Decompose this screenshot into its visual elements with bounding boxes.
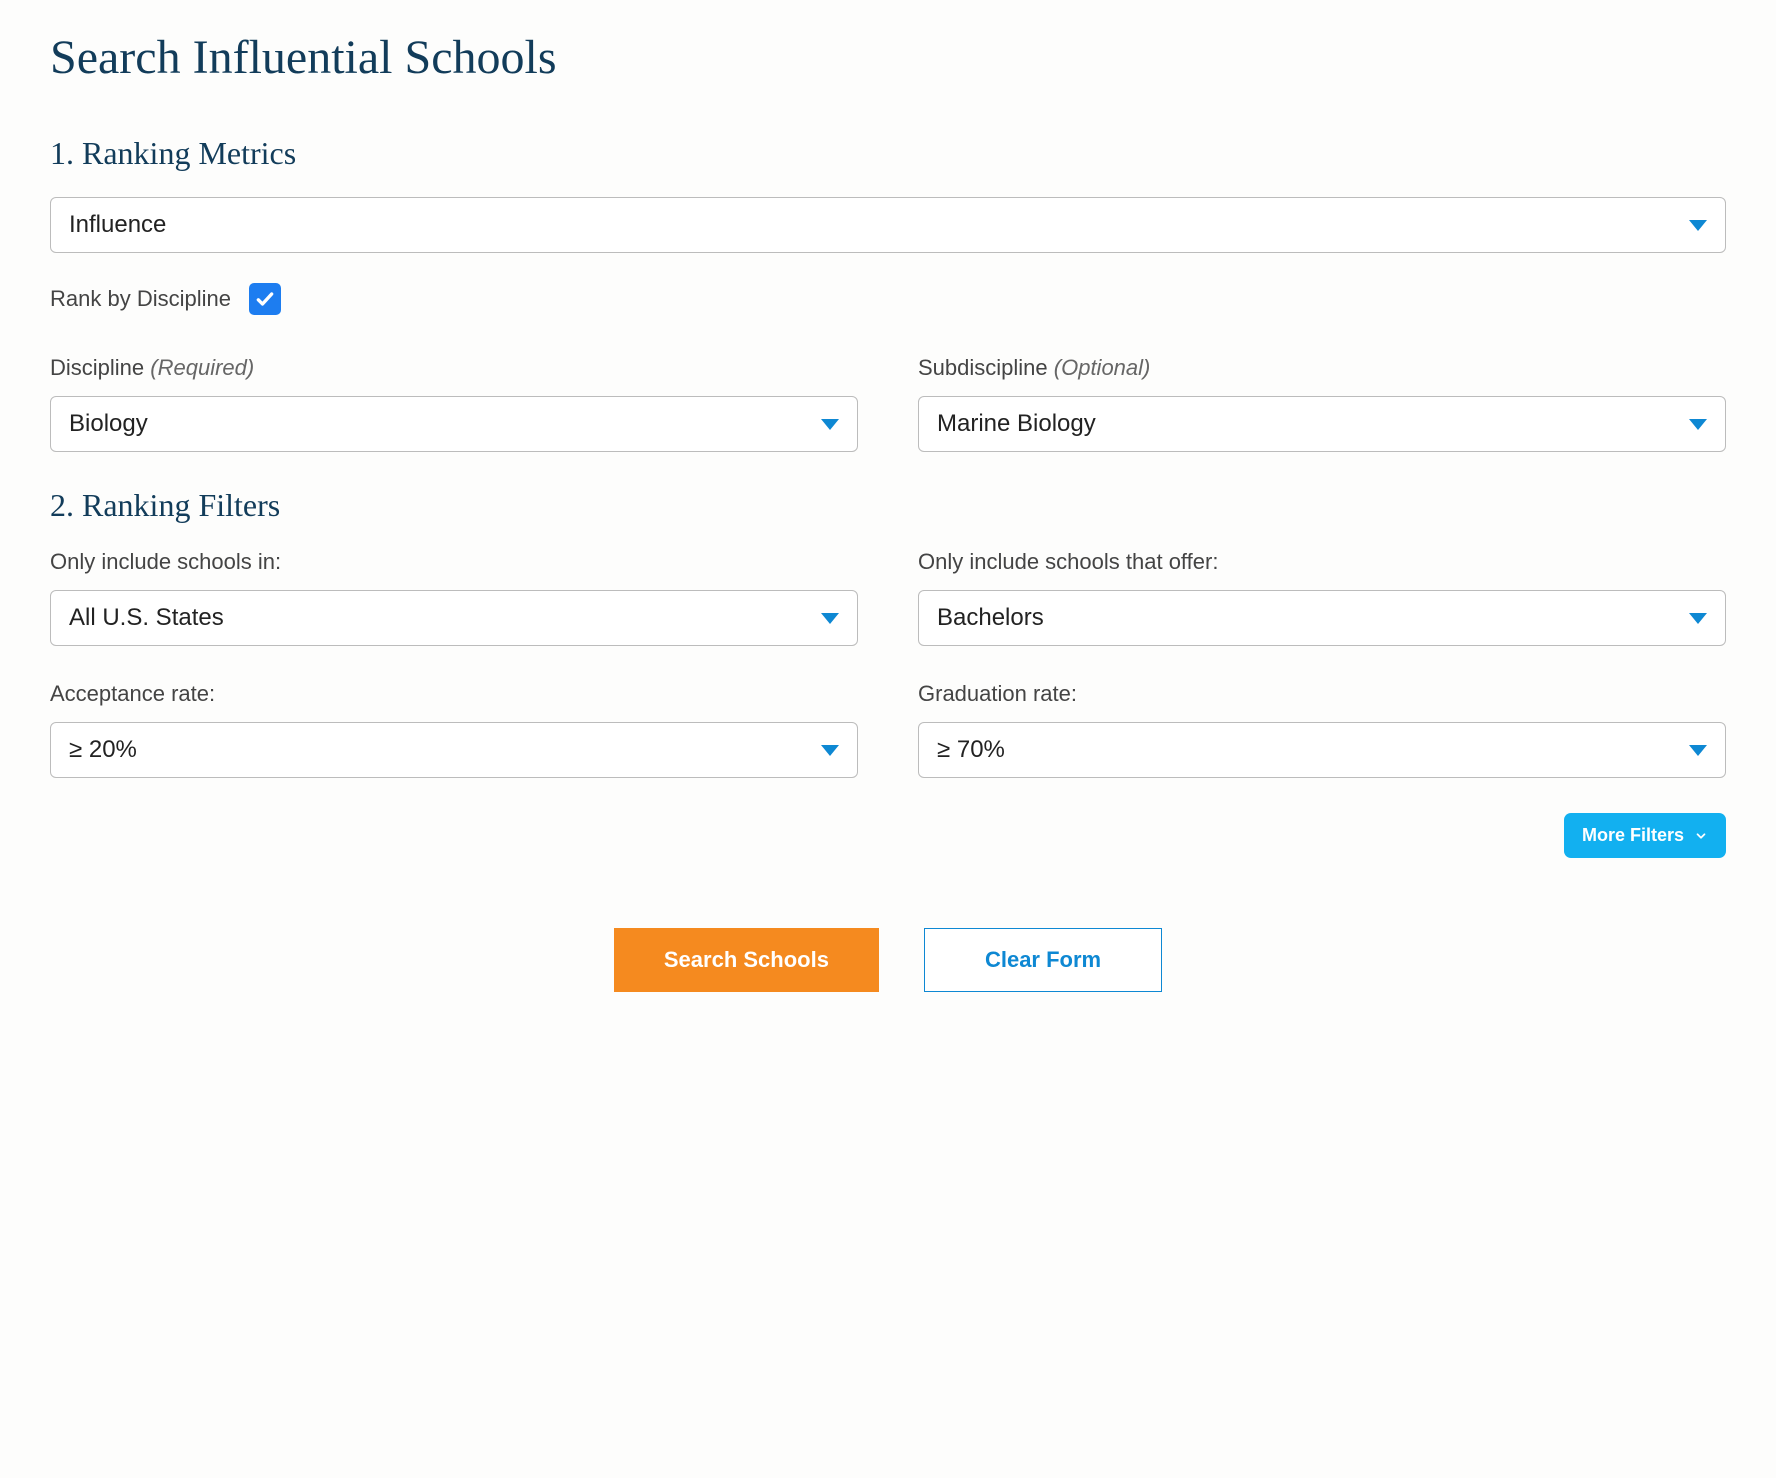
ranking-metric-select[interactable]: Influence — [50, 197, 1726, 253]
subdiscipline-label: Subdiscipline (Optional) — [918, 355, 1726, 381]
include-offer-select[interactable]: Bachelors — [918, 590, 1726, 646]
clear-form-button[interactable]: Clear Form — [924, 928, 1162, 992]
more-filters-button[interactable]: More Filters — [1564, 813, 1726, 858]
discipline-select[interactable]: Biology — [50, 396, 858, 452]
discipline-qualifier: (Required) — [150, 355, 254, 380]
chevron-down-icon — [1689, 745, 1707, 756]
graduation-rate-value: ≥ 70% — [937, 736, 1689, 764]
discipline-value: Biology — [69, 410, 821, 438]
subdiscipline-value: Marine Biology — [937, 410, 1689, 438]
include-offer-value: Bachelors — [937, 604, 1689, 632]
section-heading-metrics: 1. Ranking Metrics — [50, 135, 1726, 172]
checkmark-icon — [255, 289, 275, 309]
include-offer-field: Only include schools that offer: Bachelo… — [918, 549, 1726, 646]
chevron-down-icon — [821, 419, 839, 430]
graduation-rate-label: Graduation rate: — [918, 681, 1726, 707]
graduation-rate-field: Graduation rate: ≥ 70% — [918, 681, 1726, 778]
rank-by-discipline-checkbox[interactable] — [249, 283, 281, 315]
chevron-down-icon — [821, 745, 839, 756]
chevron-down-icon — [821, 613, 839, 624]
discipline-field: Discipline (Required) Biology — [50, 355, 858, 452]
section-heading-filters: 2. Ranking Filters — [50, 487, 1726, 524]
search-schools-button[interactable]: Search Schools — [614, 928, 879, 992]
include-in-value: All U.S. States — [69, 604, 821, 632]
page-title: Search Influential Schools — [50, 30, 1726, 85]
include-in-select[interactable]: All U.S. States — [50, 590, 858, 646]
more-filters-label: More Filters — [1582, 825, 1684, 846]
chevron-down-icon — [1694, 829, 1708, 843]
acceptance-rate-field: Acceptance rate: ≥ 20% — [50, 681, 858, 778]
include-offer-label: Only include schools that offer: — [918, 549, 1726, 575]
include-in-label: Only include schools in: — [50, 549, 858, 575]
subdiscipline-field: Subdiscipline (Optional) Marine Biology — [918, 355, 1726, 452]
rank-by-discipline-label: Rank by Discipline — [50, 286, 231, 312]
include-in-field: Only include schools in: All U.S. States — [50, 549, 858, 646]
subdiscipline-select[interactable]: Marine Biology — [918, 396, 1726, 452]
graduation-rate-select[interactable]: ≥ 70% — [918, 722, 1726, 778]
subdiscipline-qualifier: (Optional) — [1054, 355, 1151, 380]
subdiscipline-label-text: Subdiscipline — [918, 355, 1048, 380]
chevron-down-icon — [1689, 419, 1707, 430]
acceptance-rate-value: ≥ 20% — [69, 736, 821, 764]
chevron-down-icon — [1689, 613, 1707, 624]
ranking-metric-value: Influence — [69, 211, 1689, 239]
acceptance-rate-select[interactable]: ≥ 20% — [50, 722, 858, 778]
acceptance-rate-label: Acceptance rate: — [50, 681, 858, 707]
discipline-label-text: Discipline — [50, 355, 144, 380]
chevron-down-icon — [1689, 220, 1707, 231]
discipline-label: Discipline (Required) — [50, 355, 858, 381]
